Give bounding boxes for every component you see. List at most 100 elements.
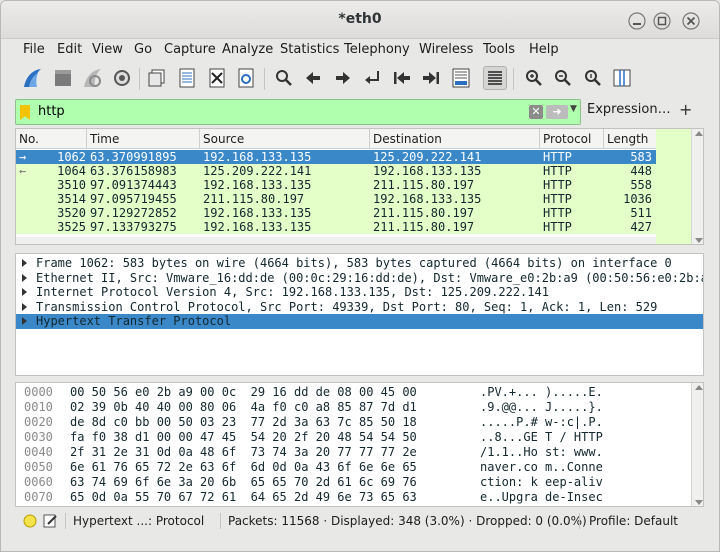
hex-row[interactable]: 0010 02 39 0b 40 40 00 80 06 4a f0 c0 a8 … (16, 400, 692, 415)
find-packet-button[interactable] (272, 66, 296, 90)
status-bar: Hypertext ...: Protocol Packets: 11568 ·… (15, 510, 704, 532)
tree-item[interactable]: Ethernet II, Src: Vmware_16:dd:de (00:0c… (16, 271, 703, 286)
chevron-down-icon[interactable]: ▼ (570, 104, 577, 114)
cell-length: 448 (630, 164, 652, 178)
scroll-up-icon[interactable] (695, 131, 703, 136)
tree-item[interactable]: Transmission Control Protocol, Src Port:… (16, 300, 703, 315)
menu-statistics[interactable]: Statistics (280, 42, 339, 57)
expand-arrow-icon[interactable] (22, 303, 27, 311)
filter-text[interactable]: http (38, 104, 65, 119)
hex-bytes: 63 74 69 6f 6e 3a 20 6b 65 65 70 2d 61 6… (70, 475, 417, 489)
first-packet-button[interactable] (390, 66, 414, 90)
zoom-in-button[interactable] (522, 66, 546, 90)
expert-info-icon[interactable] (23, 514, 37, 528)
menu-edit[interactable]: Edit (57, 42, 82, 57)
hex-offset: 0050 (24, 460, 53, 474)
expand-arrow-icon[interactable] (22, 317, 27, 325)
column-no[interactable]: No. (19, 132, 39, 146)
column-destination[interactable]: Destination (373, 132, 442, 146)
hex-row[interactable]: 0060 63 74 69 6f 6e 3a 20 6b 65 65 70 2d … (16, 475, 692, 490)
toolbar-separator (264, 68, 265, 90)
hex-row[interactable]: 0040 2f 31 2e 31 0d 0a 48 6f 73 74 3a 20 … (16, 445, 692, 460)
vertical-scrollbar[interactable] (691, 129, 703, 244)
menu-telephony[interactable]: Telephony (344, 42, 410, 57)
menu-view[interactable]: View (92, 42, 123, 57)
cell-length: 427 (630, 220, 652, 234)
scroll-up-icon[interactable] (695, 385, 703, 390)
add-filter-button[interactable]: + (679, 100, 692, 119)
expand-arrow-icon[interactable] (22, 259, 27, 267)
table-row[interactable]: → 1062 63.370991895 192.168.133.135 125.… (16, 150, 656, 164)
ascii-bytes: naver.co m..Conne (480, 460, 603, 474)
start-capture-button[interactable] (21, 66, 45, 90)
close-file-button[interactable] (205, 66, 229, 90)
go-to-packet-button[interactable] (360, 66, 384, 90)
clear-filter-icon[interactable]: ✕ (529, 105, 543, 119)
save-file-button[interactable] (175, 66, 199, 90)
cell-time: 97.095719455 (90, 192, 177, 206)
zoom-out-icon (555, 70, 571, 86)
go-back-button[interactable] (301, 66, 325, 90)
ascii-bytes: e..Upgra de-Insec (480, 490, 603, 504)
table-row[interactable]: 3525 97.133793275 192.168.133.135 211.11… (16, 220, 656, 234)
auto-scroll-button[interactable] (449, 66, 473, 90)
restart-capture-button[interactable] (81, 66, 105, 90)
maximize-button[interactable] (653, 12, 671, 30)
menu-analyze[interactable]: Analyze (222, 42, 273, 57)
close-button[interactable] (682, 12, 700, 30)
hex-row[interactable]: 0030 fa f0 38 d1 00 00 47 45 54 20 2f 20 … (16, 430, 692, 445)
colorize-button[interactable] (483, 66, 507, 90)
tree-item-selected[interactable]: Hypertext Transfer Protocol (16, 314, 703, 329)
expand-arrow-icon[interactable] (22, 288, 27, 296)
minimize-button[interactable] (628, 12, 646, 30)
tree-item[interactable]: Frame 1062: 583 bytes on wire (4664 bits… (16, 256, 703, 271)
menu-wireless[interactable]: Wireless (419, 42, 473, 57)
horizontal-scrollbar[interactable] (16, 237, 656, 244)
column-protocol[interactable]: Protocol (543, 132, 591, 146)
hex-bytes: 00 50 56 e0 2b a9 00 0c 29 16 dd de 08 0… (70, 385, 417, 399)
hex-row[interactable]: 0000 00 50 56 e0 2b a9 00 0c 29 16 dd de … (16, 385, 692, 400)
open-file-button[interactable] (145, 66, 169, 90)
cell-destination: 192.168.133.135 (373, 164, 482, 178)
apply-filter-icon[interactable]: ➜ (546, 105, 568, 119)
menu-help[interactable]: Help (529, 42, 559, 57)
menu-capture[interactable]: Capture (164, 42, 216, 57)
tree-item-label: Internet Protocol Version 4, Src: 192.16… (36, 285, 549, 299)
column-length[interactable]: Length (607, 132, 648, 146)
bookmark-icon[interactable] (20, 105, 30, 120)
table-row[interactable]: 3514 97.095719455 211.115.80.197 192.168… (16, 192, 656, 206)
menu-file[interactable]: File (23, 42, 45, 57)
start-capture-icon (24, 69, 41, 87)
cell-destination: 125.209.222.141 (373, 150, 482, 164)
tree-item[interactable]: Internet Protocol Version 4, Src: 192.16… (16, 285, 703, 300)
expression-button[interactable]: Expression… (587, 102, 671, 117)
hex-offset: 0030 (24, 430, 53, 444)
zoom-out-button[interactable] (551, 66, 575, 90)
column-source[interactable]: Source (203, 132, 244, 146)
stop-capture-button[interactable] (51, 66, 75, 90)
menu-go[interactable]: Go (134, 42, 152, 57)
scroll-down-icon[interactable] (695, 238, 703, 243)
capture-options-button[interactable] (110, 66, 134, 90)
hex-bytes: de 8d c0 bb 00 50 03 23 77 2d 3a 63 7c 8… (70, 415, 417, 429)
hex-row[interactable]: 0050 6e 61 76 65 72 2e 63 6f 6d 0d 0a 43 … (16, 460, 692, 475)
go-forward-button[interactable] (331, 66, 355, 90)
column-time[interactable]: Time (90, 132, 119, 146)
table-row[interactable]: 3520 97.129272852 192.168.133.135 211.11… (16, 206, 656, 220)
hex-row[interactable]: 0070 65 0d 0a 55 70 67 72 61 64 65 2d 49 … (16, 490, 692, 505)
status-field-info: Hypertext ...: Protocol (73, 514, 205, 528)
status-profile[interactable]: Profile: Default (589, 514, 678, 528)
table-row[interactable]: ← 1064 63.376158983 125.209.222.141 192.… (16, 164, 656, 178)
menu-tools[interactable]: Tools (483, 42, 515, 57)
hex-row[interactable]: 0020 de 8d c0 bb 00 50 03 23 77 2d 3a 63 … (16, 415, 692, 430)
display-filter-input[interactable]: http ✕ ➜ ▼ (15, 99, 581, 125)
normal-size-button[interactable] (581, 66, 605, 90)
resize-columns-button[interactable] (610, 66, 634, 90)
expand-arrow-icon[interactable] (22, 274, 27, 282)
reload-file-button[interactable] (234, 66, 258, 90)
scroll-down-icon[interactable] (695, 500, 703, 505)
vertical-scrollbar[interactable] (691, 383, 703, 506)
edit-comment-icon[interactable] (43, 513, 58, 528)
table-row[interactable]: 3510 97.091374443 192.168.133.135 211.11… (16, 178, 656, 192)
last-packet-button[interactable] (419, 66, 443, 90)
